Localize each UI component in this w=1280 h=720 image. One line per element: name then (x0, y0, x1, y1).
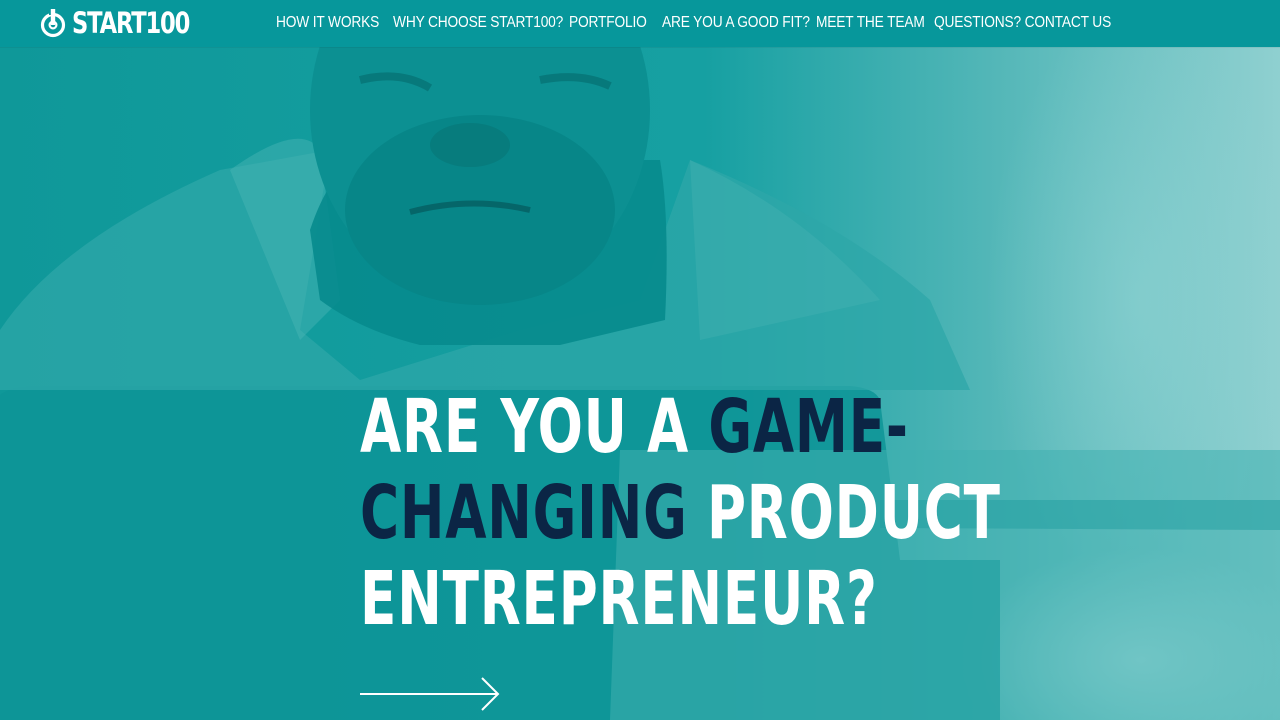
headline-text-white: ENTREPRENEUR? (360, 556, 878, 642)
headline-text-white: ARE YOU A (360, 384, 709, 470)
nav-how-it-works[interactable]: HOW IT WORKS (276, 14, 379, 32)
headline-line-2: CHANGING PRODUCT (360, 470, 1000, 556)
nav-why-choose-start100[interactable]: WHY CHOOSE START100? (393, 14, 563, 32)
brand-logo[interactable]: START100 (40, 7, 222, 39)
hero-headline: ARE YOU A GAME- CHANGING PRODUCT ENTREPR… (360, 384, 1000, 642)
nav-portfolio[interactable]: PORTFOLIO (569, 14, 647, 32)
headline-text-highlight: CHANGING (360, 470, 688, 556)
headline-text-white: PRODUCT (687, 470, 1001, 556)
nav-questions-contact-us[interactable]: QUESTIONS? CONTACT US (934, 14, 1111, 32)
headline-text-highlight: GAME- (708, 384, 909, 470)
power-icon (40, 8, 66, 38)
headline-line-1: ARE YOU A GAME- (360, 384, 908, 470)
nav-meet-the-team[interactable]: MEET THE TEAM (816, 14, 925, 32)
brand-name: START100 (72, 6, 190, 40)
arrow-right-icon[interactable] (360, 677, 502, 711)
nav-are-you-a-good-fit[interactable]: ARE YOU A GOOD FIT? (662, 14, 810, 32)
headline-line-3: ENTREPRENEUR? (360, 556, 877, 642)
top-navbar: START100 HOW IT WORKS WHY CHOOSE START10… (0, 0, 1280, 47)
page: START100 HOW IT WORKS WHY CHOOSE START10… (0, 0, 1280, 720)
